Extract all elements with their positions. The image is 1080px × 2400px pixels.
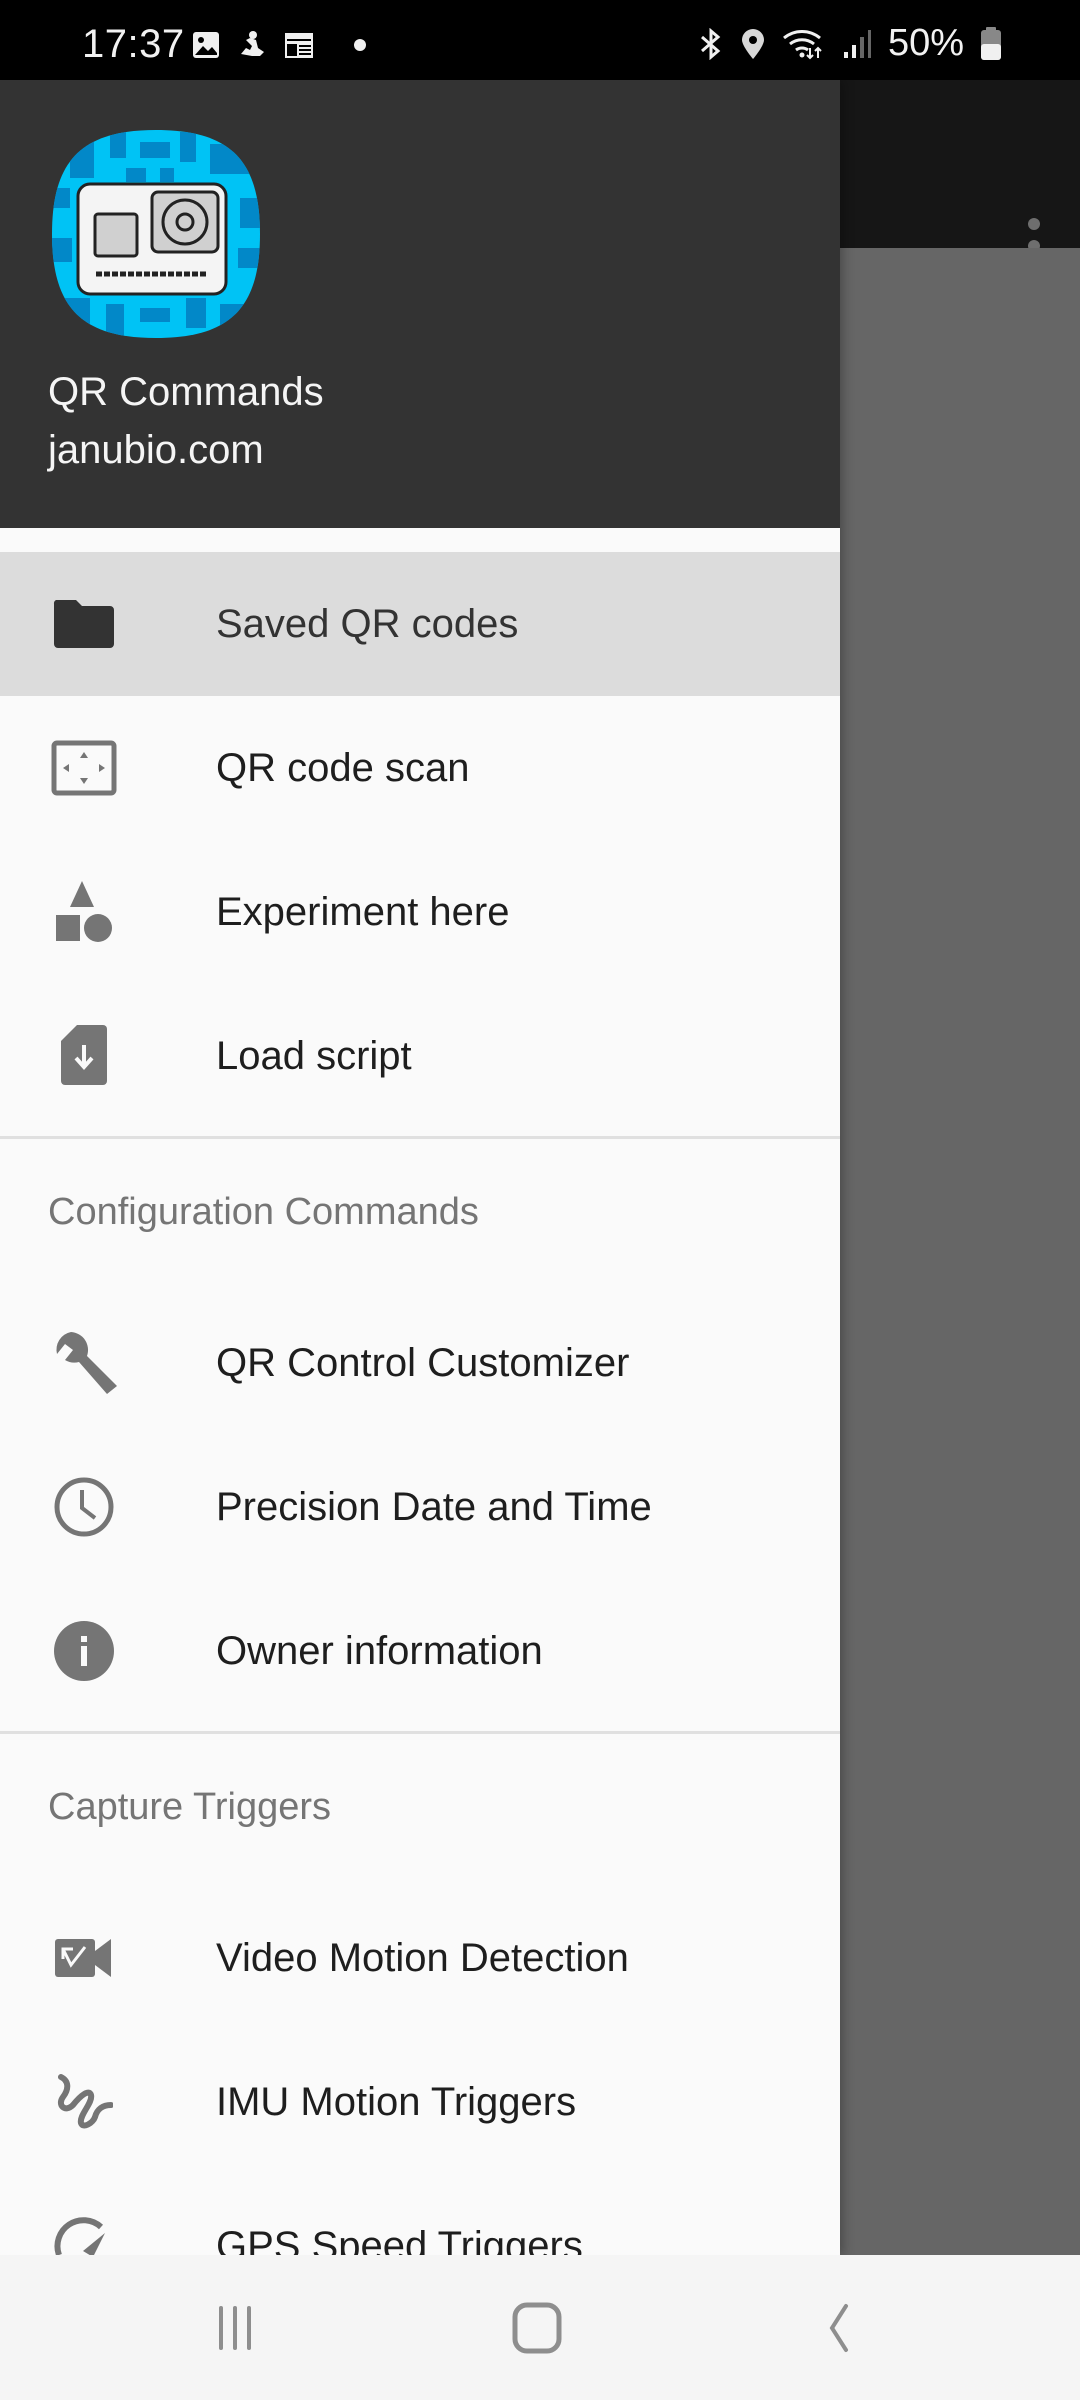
battery-percent: 50% — [887, 22, 964, 64]
status-bar: 17:37 50% — [0, 0, 1080, 80]
video-motion-icon — [48, 1922, 120, 1994]
menu-item-load-script[interactable]: Load script — [0, 984, 840, 1128]
dot-icon — [354, 39, 366, 51]
back-button[interactable] — [800, 2295, 880, 2361]
back-icon — [829, 2304, 848, 2352]
menu-item-imu-motion-triggers[interactable]: IMU Motion Triggers — [0, 2030, 840, 2174]
folder-icon — [48, 588, 120, 660]
menu-item-label: GPS Speed Triggers — [216, 2223, 583, 2256]
drawer-app-title: QR Commands — [48, 370, 324, 414]
home-icon — [512, 2302, 562, 2354]
recents-icon — [219, 2306, 251, 2350]
status-time: 17:37 — [82, 22, 185, 66]
battery-icon — [981, 26, 1001, 60]
wifi-icon — [782, 29, 822, 59]
signal-icon — [843, 29, 871, 58]
menu-item-label: QR code scan — [216, 745, 470, 790]
status-system-icons: 50% — [698, 22, 1002, 65]
section-header-capture-triggers: Capture Triggers — [0, 1734, 840, 1886]
accessibility-icon — [241, 31, 264, 56]
speedometer-icon — [48, 2210, 120, 2255]
location-icon — [741, 28, 764, 59]
gesture-icon — [48, 2066, 120, 2138]
menu-item-label: Video Motion Detection — [216, 1935, 629, 1980]
section-header-configuration: Configuration Commands — [0, 1139, 840, 1291]
drawer-app-subtitle: janubio.com — [48, 428, 264, 472]
menu-item-saved-qr-codes[interactable]: Saved QR codes — [0, 552, 840, 696]
menu-item-label: Precision Date and Time — [216, 1484, 652, 1529]
menu-item-video-motion-detection[interactable]: Video Motion Detection — [0, 1886, 840, 2030]
menu-item-gps-speed-triggers[interactable]: GPS Speed Triggers — [0, 2174, 840, 2255]
menu-item-qr-code-scan[interactable]: QR code scan — [0, 696, 840, 840]
menu-item-label: Saved QR codes — [216, 601, 519, 646]
section-title: Configuration Commands — [48, 1191, 479, 1233]
drawer-header: QR Commands janubio.com — [0, 80, 840, 528]
menu-item-label: Owner information — [216, 1628, 543, 1673]
menu-item-label: Load script — [216, 1033, 412, 1078]
navigation-drawer: QR Commands janubio.com Saved QR codes Q… — [0, 80, 840, 2255]
menu-item-precision-date-time[interactable]: Precision Date and Time — [0, 1435, 840, 1579]
clock-icon — [48, 1471, 120, 1543]
file-download-icon — [48, 1020, 120, 1092]
gallery-icon — [193, 32, 219, 58]
menu-item-label: IMU Motion Triggers — [216, 2079, 577, 2124]
drawer-menu: Saved QR codes QR code scan Experiment h… — [0, 552, 840, 2255]
wrench-icon — [48, 1327, 120, 1399]
menu-item-qr-control-customizer[interactable]: QR Control Customizer — [0, 1291, 840, 1435]
recents-button[interactable] — [195, 2295, 275, 2361]
status-notification-icons — [192, 30, 372, 60]
menu-item-owner-information[interactable]: Owner information — [0, 1579, 840, 1723]
section-title: Capture Triggers — [48, 1786, 332, 1828]
calendar-icon — [285, 33, 313, 58]
scan-frame-icon — [48, 732, 120, 804]
system-nav-bar — [0, 2255, 1080, 2400]
home-button[interactable] — [497, 2295, 577, 2361]
shapes-icon — [48, 876, 120, 948]
qr-camera-logo-icon — [52, 130, 260, 338]
info-icon — [48, 1615, 120, 1687]
menu-item-label: Experiment here — [216, 889, 510, 934]
menu-item-experiment-here[interactable]: Experiment here — [0, 840, 840, 984]
bluetooth-icon — [700, 27, 721, 60]
menu-item-label: QR Control Customizer — [216, 1340, 630, 1385]
